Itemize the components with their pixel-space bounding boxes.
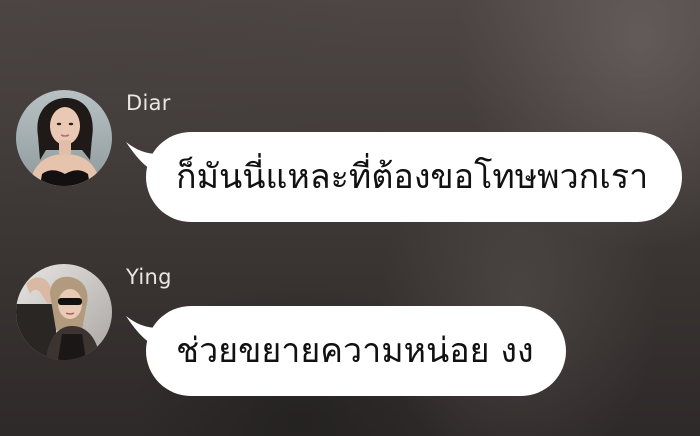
avatar[interactable] <box>16 90 112 186</box>
bubble-tail-icon <box>126 316 158 346</box>
chat-thread: Diar ก็มันนี่แหละที่ต้องขอโทษพวกเรา Ying… <box>0 0 700 436</box>
avatar-photo <box>16 264 112 360</box>
message-text: ก็มันนี่แหละที่ต้องขอโทษพวกเรา <box>176 157 649 197</box>
sender-name: Diar <box>126 91 171 115</box>
message-bubble[interactable]: ช่วยขยายความหน่อย งง <box>126 306 566 396</box>
bubble-tail-icon <box>126 142 158 172</box>
message-bubble[interactable]: ก็มันนี่แหละที่ต้องขอโทษพวกเรา <box>126 132 682 222</box>
avatar[interactable] <box>16 264 112 360</box>
sender-name: Ying <box>126 265 172 289</box>
message-text: ช่วยขยายความหน่อย งง <box>176 331 534 371</box>
avatar-photo <box>16 90 112 186</box>
